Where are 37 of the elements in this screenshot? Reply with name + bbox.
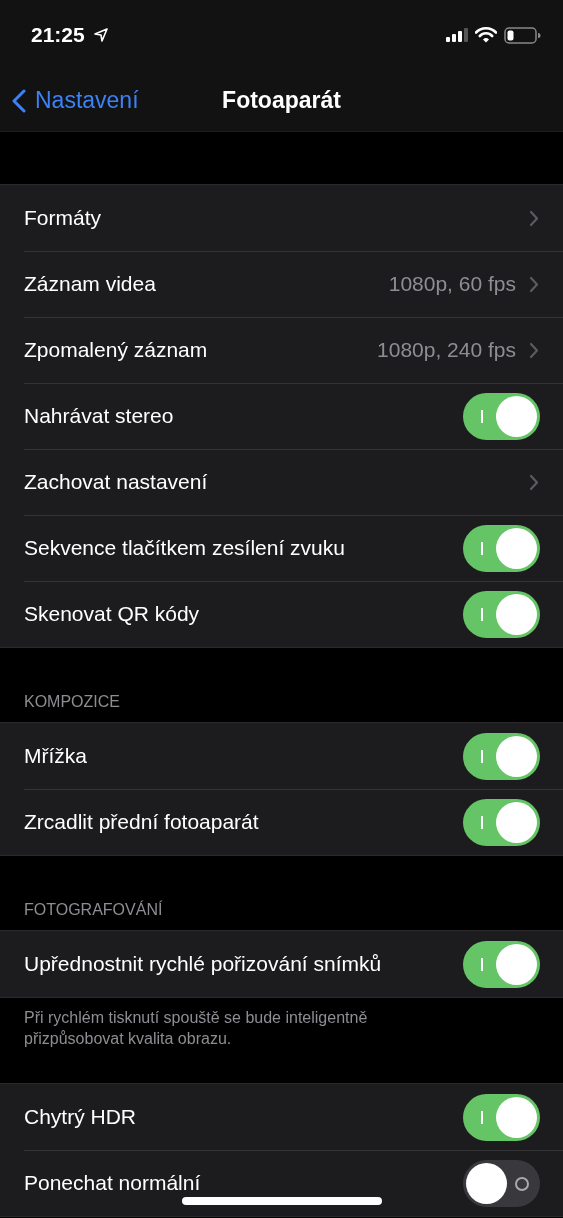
section-header: FOTOGRAFOVÁNÍ	[24, 901, 163, 919]
section-header: KOMPOZICE	[24, 693, 120, 711]
toggle-switch[interactable]	[463, 590, 540, 638]
chevron-icon	[529, 473, 539, 491]
wifi-icon	[475, 27, 497, 43]
page-title: Fotoaparát	[222, 87, 341, 114]
row-label: Nahrávat stereo	[24, 404, 175, 428]
battery-icon	[504, 26, 541, 44]
row-value: 1080p, 60 fps	[388, 272, 516, 296]
row-label: Formáty	[24, 206, 102, 230]
row-label: Zachovat nastavení	[24, 470, 209, 494]
row-label: Záznam videa	[24, 272, 157, 296]
row-label: Ponechat normální	[24, 1171, 202, 1195]
toggle-switch[interactable]	[463, 1093, 540, 1141]
toggle-switch[interactable]	[463, 940, 540, 988]
chevron-icon	[529, 275, 539, 293]
toggle-switch[interactable]	[463, 524, 540, 572]
row-value: 1080p, 240 fps	[377, 338, 516, 362]
row-label: Zrcadlit přední fotoaparát	[24, 810, 260, 834]
chevron-icon	[529, 209, 539, 227]
toggle-switch[interactable]	[463, 798, 540, 846]
row-label: Chytrý HDR	[24, 1105, 137, 1129]
row-label: Mřížka	[24, 744, 88, 768]
status-time: 21:25	[31, 23, 85, 47]
row-label: Skenovat QR kódy	[24, 602, 201, 626]
chevron-icon	[529, 341, 539, 359]
row-label: Upřednostnit rychlé pořizování snímků	[24, 952, 383, 976]
row-label: Sekvence tlačítkem zesílení zvuku	[24, 536, 346, 560]
toggle-switch[interactable]	[463, 732, 540, 780]
back-button[interactable]: Nastavení	[12, 87, 139, 114]
signal-icon	[446, 28, 468, 42]
row-label: Zpomalený záznam	[24, 338, 209, 362]
toggle-switch[interactable]	[463, 392, 540, 440]
section-footer: Při rychlém tisknutí spouště se bude inteligentně přizpůsobovat kvalita obrazu.	[0, 998, 563, 1083]
back-chevron-icon	[12, 88, 26, 113]
location-arrow-icon	[93, 28, 108, 42]
toggle-switch[interactable]	[463, 1159, 540, 1207]
